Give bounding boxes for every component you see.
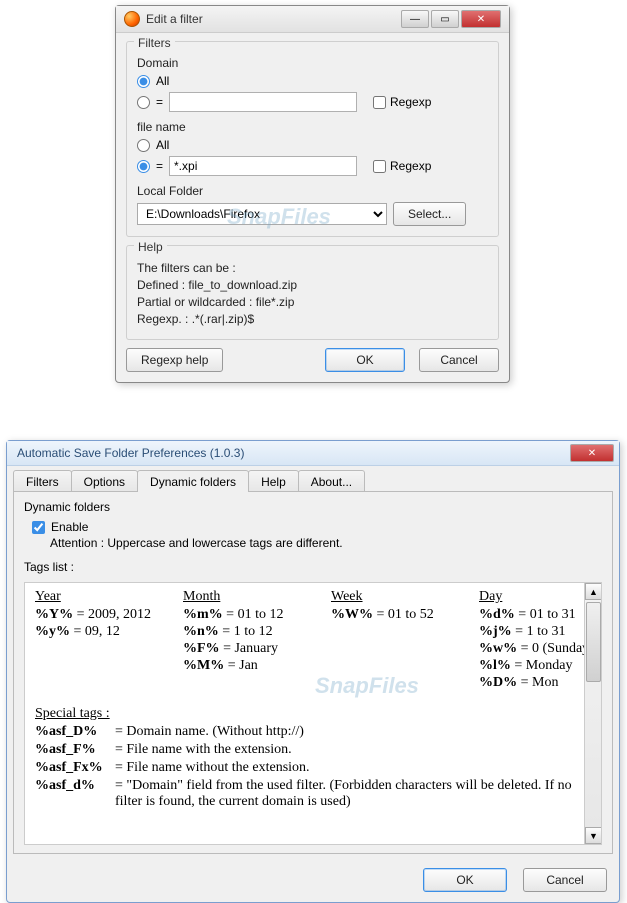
ok-button[interactable]: OK	[325, 348, 405, 372]
month-column: Month %m% = 01 to 12 %n% = 1 to 12 %F% =…	[183, 589, 313, 692]
dialog-title: Edit a filter	[146, 12, 203, 26]
domain-equals-radio[interactable]	[137, 96, 150, 109]
domain-label: Domain	[137, 56, 488, 70]
attention-note: Attention : Uppercase and lowercase tags…	[50, 536, 602, 550]
domain-all-label: All	[156, 74, 169, 88]
tab-options[interactable]: Options	[71, 470, 138, 492]
regexp-help-button[interactable]: Regexp help	[126, 348, 223, 372]
scroll-down-button[interactable]: ▼	[585, 827, 602, 844]
help-line: Regexp. : .*(.rar|.zip)$	[137, 312, 488, 326]
select-folder-button[interactable]: Select...	[393, 202, 466, 226]
cancel-button[interactable]: Cancel	[419, 348, 499, 372]
month-header: Month	[183, 589, 313, 605]
preferences-dialog: Automatic Save Folder Preferences (1.0.3…	[6, 440, 620, 903]
minimize-button[interactable]: —	[401, 10, 429, 28]
scrollbar[interactable]: ▲ ▼	[584, 583, 601, 844]
filename-all-radio[interactable]	[137, 139, 150, 152]
tagslist-label: Tags list :	[24, 560, 602, 574]
maximize-button[interactable]: ▭	[431, 10, 459, 28]
week-column: Week %W% = 01 to 52	[331, 589, 461, 692]
localfolder-label: Local Folder	[137, 184, 488, 198]
domain-equals-label: =	[156, 95, 163, 109]
enable-checkbox[interactable]	[32, 521, 45, 534]
edit-filter-dialog: Edit a filter — ▭ ✕ SnapFiles Filters Do…	[115, 5, 510, 383]
domain-regexp-checkbox[interactable]	[373, 96, 386, 109]
tabs: Filters Options Dynamic folders Help Abo…	[7, 466, 619, 492]
filters-group: SnapFiles Filters Domain All = Regexp	[126, 41, 499, 237]
tab-filters[interactable]: Filters	[13, 470, 72, 492]
year-header: Year	[35, 589, 165, 605]
tab-panel: Dynamic folders Enable Attention : Upper…	[13, 491, 613, 854]
domain-input[interactable]	[169, 92, 357, 112]
help-group: Help The filters can be : Defined : file…	[126, 245, 499, 340]
filename-all-label: All	[156, 138, 169, 152]
filename-regexp-label: Regexp	[390, 159, 431, 173]
enable-label: Enable	[51, 520, 88, 534]
scroll-up-button[interactable]: ▲	[585, 583, 602, 600]
localfolder-dropdown[interactable]: E:\Downloads\Firefox	[137, 203, 387, 225]
filename-input[interactable]	[169, 156, 357, 176]
tab-about[interactable]: About...	[298, 470, 365, 492]
scroll-thumb[interactable]	[586, 602, 601, 682]
section-label: Dynamic folders	[24, 500, 602, 514]
filename-label: file name	[137, 120, 488, 134]
year-column: Year %Y% = 2009, 2012 %y% = 09, 12	[35, 589, 165, 692]
domain-regexp-label: Regexp	[390, 95, 431, 109]
close-button[interactable]: ✕	[461, 10, 501, 28]
week-header: Week	[331, 589, 461, 605]
tab-dynamic-folders[interactable]: Dynamic folders	[137, 470, 249, 492]
cancel-button[interactable]: Cancel	[523, 868, 607, 892]
ok-button[interactable]: OK	[423, 868, 507, 892]
tab-help[interactable]: Help	[248, 470, 299, 492]
special-tags-header: Special tags :	[35, 706, 591, 722]
filters-group-title: Filters	[134, 36, 175, 50]
tags-scroll-pane: SnapFiles Year %Y% = 2009, 2012 %y% = 09…	[24, 582, 602, 845]
help-line: Partial or wildcarded : file*.zip	[137, 295, 488, 309]
help-line: The filters can be :	[137, 261, 488, 275]
firefox-icon	[124, 11, 140, 27]
dialog-title: Automatic Save Folder Preferences (1.0.3…	[17, 446, 244, 460]
filename-equals-radio[interactable]	[137, 160, 150, 173]
help-line: Defined : file_to_download.zip	[137, 278, 488, 292]
filename-equals-label: =	[156, 159, 163, 173]
titlebar: Automatic Save Folder Preferences (1.0.3…	[7, 441, 619, 466]
domain-all-radio[interactable]	[137, 75, 150, 88]
filename-regexp-checkbox[interactable]	[373, 160, 386, 173]
help-group-title: Help	[134, 240, 167, 254]
titlebar: Edit a filter — ▭ ✕	[116, 6, 509, 33]
close-button[interactable]: ✕	[570, 444, 614, 462]
